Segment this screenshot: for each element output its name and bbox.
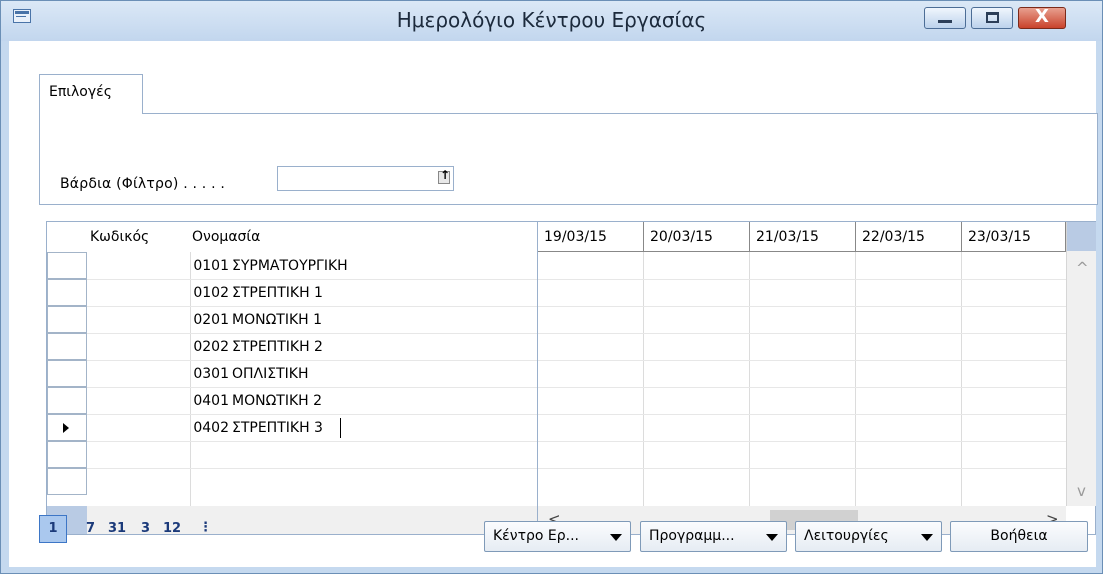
row-name: ΣΤΡΕΠΤΙΚΗ 2	[232, 339, 323, 355]
text-cursor	[340, 418, 341, 438]
chevron-down-icon	[921, 534, 933, 541]
table-row[interactable]: 0301 ΟΠΛΙΣΤΙΚΗ	[87, 360, 537, 388]
row-selector[interactable]	[47, 279, 87, 306]
grid-header: Κωδικός Ονομασία	[47, 222, 537, 252]
functions-menu-button[interactable]: Λειτουργίες	[795, 521, 942, 552]
row-code: 0202	[193, 339, 229, 355]
row-divider	[538, 306, 1066, 307]
work-center-menu-button[interactable]: Κέντρο Ερ...	[484, 521, 631, 552]
tab-options[interactable]: Επιλογές	[39, 74, 143, 114]
close-icon: X	[1035, 6, 1049, 27]
table-row[interactable]: 0201 ΜΟΝΩΤΙΚΗ 1	[87, 306, 537, 334]
work-center-menu-label: Κέντρο Ερ...	[493, 528, 579, 544]
row-code: 0201	[193, 312, 229, 328]
maximize-icon	[986, 12, 999, 23]
row-selector[interactable]	[47, 360, 87, 387]
row-divider	[538, 333, 1066, 334]
period-quarter-button[interactable]: 3	[141, 521, 150, 549]
row-code: 0401	[193, 393, 229, 409]
vertical-scrollbar[interactable]: ^ v	[1066, 222, 1096, 506]
close-button[interactable]: X	[1018, 6, 1066, 29]
row-divider	[538, 360, 1066, 361]
help-button[interactable]: Βοήθεια	[950, 521, 1088, 552]
row-selector[interactable]	[47, 441, 87, 468]
minimize-button[interactable]	[924, 7, 966, 29]
maximize-button[interactable]	[971, 7, 1013, 29]
scroll-down-icon[interactable]: v	[1077, 482, 1086, 500]
date-column-header[interactable]: 23/03/15	[962, 222, 1066, 252]
grid-bottom-bar	[87, 506, 537, 534]
shift-filter-label: Βάρδια (Φίλτρο) . . . . .	[60, 176, 226, 192]
date-column-header[interactable]: 22/03/15	[856, 222, 962, 252]
table-row[interactable]: 0101 ΣΥΡΜΑΤΟΥΡΓΙΚΗ	[87, 252, 537, 280]
period-month-button[interactable]: 31	[108, 521, 126, 549]
row-divider	[538, 441, 1066, 442]
schedule-menu-button[interactable]: Προγραμμ...	[640, 521, 787, 552]
chevron-down-icon	[766, 534, 778, 541]
row-name: ΣΤΡΕΠΤΙΚΗ 3	[232, 420, 323, 436]
row-code: 0402	[193, 420, 229, 436]
date-column-header[interactable]: 21/03/15	[750, 222, 856, 252]
tab-options-label: Επιλογές	[49, 84, 112, 100]
row-selector[interactable]	[47, 333, 87, 360]
row-divider	[87, 468, 537, 469]
row-divider	[538, 414, 1066, 415]
row-name: ΜΟΝΩΤΙΚΗ 2	[232, 393, 323, 409]
period-year-button[interactable]: 12	[163, 521, 181, 549]
period-accounting-icon[interactable]: ⋮	[199, 520, 212, 548]
row-divider	[87, 441, 537, 442]
row-selector[interactable]	[47, 468, 87, 495]
table-row-selected[interactable]: 0402 ΣΤΡΕΠΤΙΚΗ 3	[87, 414, 537, 442]
title-bar[interactable]: Ημερολόγιο Κέντρου Εργασίας X	[1, 1, 1102, 41]
shift-filter-lookup-button[interactable]	[436, 167, 452, 190]
arrow-up-icon	[438, 168, 450, 184]
current-row-arrow-icon	[63, 423, 69, 433]
minimize-icon	[938, 20, 952, 23]
table-row[interactable]: 0401 ΜΟΝΩΤΙΚΗ 2	[87, 387, 537, 415]
row-name: ΟΠΛΙΣΤΙΚΗ	[232, 366, 309, 382]
row-code: 0102	[193, 285, 229, 301]
table-row[interactable]: 0202 ΣΤΡΕΠΤΙΚΗ 2	[87, 333, 537, 361]
content-area: Επιλογές Βάρδια (Φίλτρο) . . . . . Κωδικ…	[9, 41, 1098, 567]
schedule-menu-label: Προγραμμ...	[649, 528, 735, 544]
row-selector-current[interactable]	[47, 414, 87, 441]
period-day-button[interactable]: 1	[39, 515, 67, 543]
row-name: ΣΤΡΕΠΤΙΚΗ 1	[232, 285, 323, 301]
row-selector[interactable]	[47, 387, 87, 414]
row-code: 0301	[193, 366, 229, 382]
row-name: ΣΥΡΜΑΤΟΥΡΓΙΚΗ	[232, 258, 348, 274]
column-header-code[interactable]: Κωδικός	[90, 229, 149, 245]
date-column-header[interactable]: 19/03/15	[538, 222, 644, 252]
table-row[interactable]: 0102 ΣΤΡΕΠΤΙΚΗ 1	[87, 279, 537, 307]
work-center-grid: Κωδικός Ονομασία 0101 ΣΥΡΜΑΤΟΥΡΓΙΚΗ 0102…	[46, 221, 1096, 535]
row-divider	[538, 279, 1066, 280]
chevron-down-icon	[610, 534, 622, 541]
date-column-header[interactable]: 20/03/15	[644, 222, 750, 252]
row-name: ΜΟΝΩΤΙΚΗ 1	[232, 312, 323, 328]
functions-menu-label: Λειτουργίες	[804, 528, 889, 544]
scrollbar-corner	[1067, 222, 1096, 251]
calendar-window: Ημερολόγιο Κέντρου Εργασίας X Επιλογές Β…	[0, 0, 1103, 574]
shift-filter-input[interactable]	[277, 166, 454, 191]
row-divider	[538, 387, 1066, 388]
period-week-button[interactable]: 7	[86, 521, 95, 549]
row-divider	[538, 468, 1066, 469]
row-selector[interactable]	[47, 306, 87, 333]
calendar-panel: 19/03/15 20/03/15 21/03/15 22/03/15 23/0…	[537, 222, 1097, 534]
row-selector[interactable]	[47, 252, 87, 279]
column-header-name[interactable]: Ονομασία	[192, 229, 260, 245]
scroll-up-icon[interactable]: ^	[1076, 259, 1089, 277]
row-code: 0101	[193, 258, 229, 274]
